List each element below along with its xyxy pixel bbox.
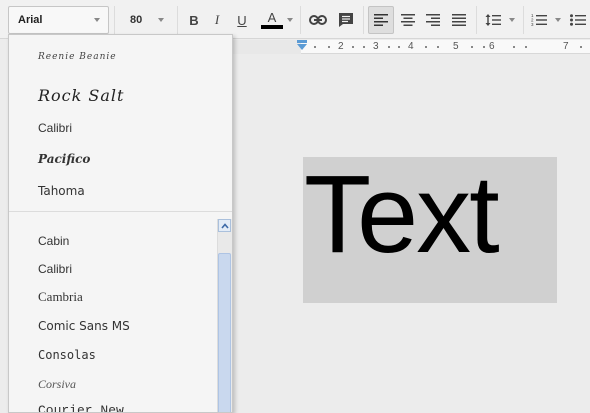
ruler-number: 5 — [453, 41, 459, 52]
numbered-list-icon: 1 2 3 — [531, 13, 547, 27]
font-family-select[interactable]: Arial — [8, 6, 109, 34]
menu-divider — [9, 211, 232, 212]
font-option-calibri[interactable]: Calibri — [38, 256, 72, 282]
ruler-number: 4 — [408, 41, 414, 52]
italic-label: I — [214, 12, 220, 27]
align-center-button[interactable] — [396, 6, 420, 34]
toolbar-divider — [300, 6, 301, 34]
underline-button[interactable]: U — [232, 6, 252, 34]
ruler-number: 7 — [563, 41, 569, 52]
text-color-button[interactable]: A — [259, 6, 295, 34]
font-family-value: Arial — [18, 14, 43, 26]
font-size-select[interactable]: 80 — [118, 6, 173, 34]
align-right-icon — [426, 14, 440, 26]
font-option-pacifico[interactable]: Pacifico — [38, 146, 90, 172]
font-size-value: 80 — [130, 14, 143, 26]
font-option-reenie-beanie[interactable]: Reenie Beanie — [38, 44, 117, 70]
bulleted-list-icon — [570, 14, 586, 26]
toolbar-divider — [114, 6, 115, 34]
chevron-down-icon — [94, 18, 100, 22]
bold-label: B — [189, 12, 199, 28]
bold-button[interactable]: B — [184, 6, 204, 34]
line-spacing-icon — [485, 14, 501, 26]
bulleted-list-button[interactable] — [567, 6, 589, 34]
toolbar-divider — [523, 6, 524, 34]
align-center-icon — [401, 14, 415, 26]
scroll-up-button[interactable] — [218, 219, 231, 232]
font-option-rock-salt[interactable]: Rock Salt — [38, 80, 124, 110]
font-option-corsiva[interactable]: Corsiva — [38, 371, 76, 397]
text-box[interactable]: Text — [303, 153, 557, 303]
align-justify-button[interactable] — [447, 6, 471, 34]
font-option-courier-new[interactable]: Courier New — [38, 397, 124, 413]
chevron-up-icon — [220, 222, 229, 229]
align-justify-icon — [452, 14, 466, 26]
chevron-down-icon — [509, 18, 515, 22]
text-box-content[interactable]: Text — [304, 151, 500, 278]
font-option-calibri[interactable]: Calibri — [38, 115, 72, 141]
font-option-cabin[interactable]: Cabin — [38, 228, 69, 254]
toolbar-divider — [476, 6, 477, 34]
underline-label: U — [237, 12, 247, 28]
svg-text:3: 3 — [531, 22, 534, 27]
indent-marker-icon[interactable] — [297, 40, 307, 50]
chevron-down-icon — [287, 18, 293, 22]
toolbar-divider — [177, 6, 178, 34]
ruler-number: 2 — [338, 41, 344, 52]
chevron-down-icon — [158, 18, 164, 22]
comment-icon — [339, 13, 353, 27]
italic-button[interactable]: I — [207, 6, 227, 34]
ruler-number: 6 — [489, 41, 495, 52]
align-left-button[interactable] — [368, 6, 394, 34]
chevron-down-icon — [555, 18, 561, 22]
font-dropdown-menu: Reenie Beanie Rock Salt Calibri Pacifico… — [8, 34, 233, 413]
font-option-consolas[interactable]: Consolas — [38, 342, 96, 368]
insert-comment-button[interactable] — [335, 6, 357, 34]
font-option-comic-sans-ms[interactable]: Comic Sans MS — [38, 313, 130, 339]
line-spacing-button[interactable] — [482, 6, 518, 34]
text-color-label: A — [267, 10, 277, 25]
align-left-icon — [374, 14, 388, 26]
font-option-cambria[interactable]: Cambria — [38, 284, 83, 310]
ruler-margin — [233, 40, 301, 54]
text-color-swatch — [261, 25, 283, 29]
font-option-tahoma[interactable]: Tahoma — [38, 178, 85, 204]
ruler-number: 3 — [373, 41, 379, 52]
toolbar-divider — [363, 6, 364, 34]
numbered-list-button[interactable]: 1 2 3 — [528, 6, 564, 34]
scrollbar-thumb[interactable] — [218, 253, 231, 412]
insert-link-button[interactable] — [307, 6, 329, 34]
link-icon — [309, 15, 327, 25]
align-right-button[interactable] — [421, 6, 445, 34]
